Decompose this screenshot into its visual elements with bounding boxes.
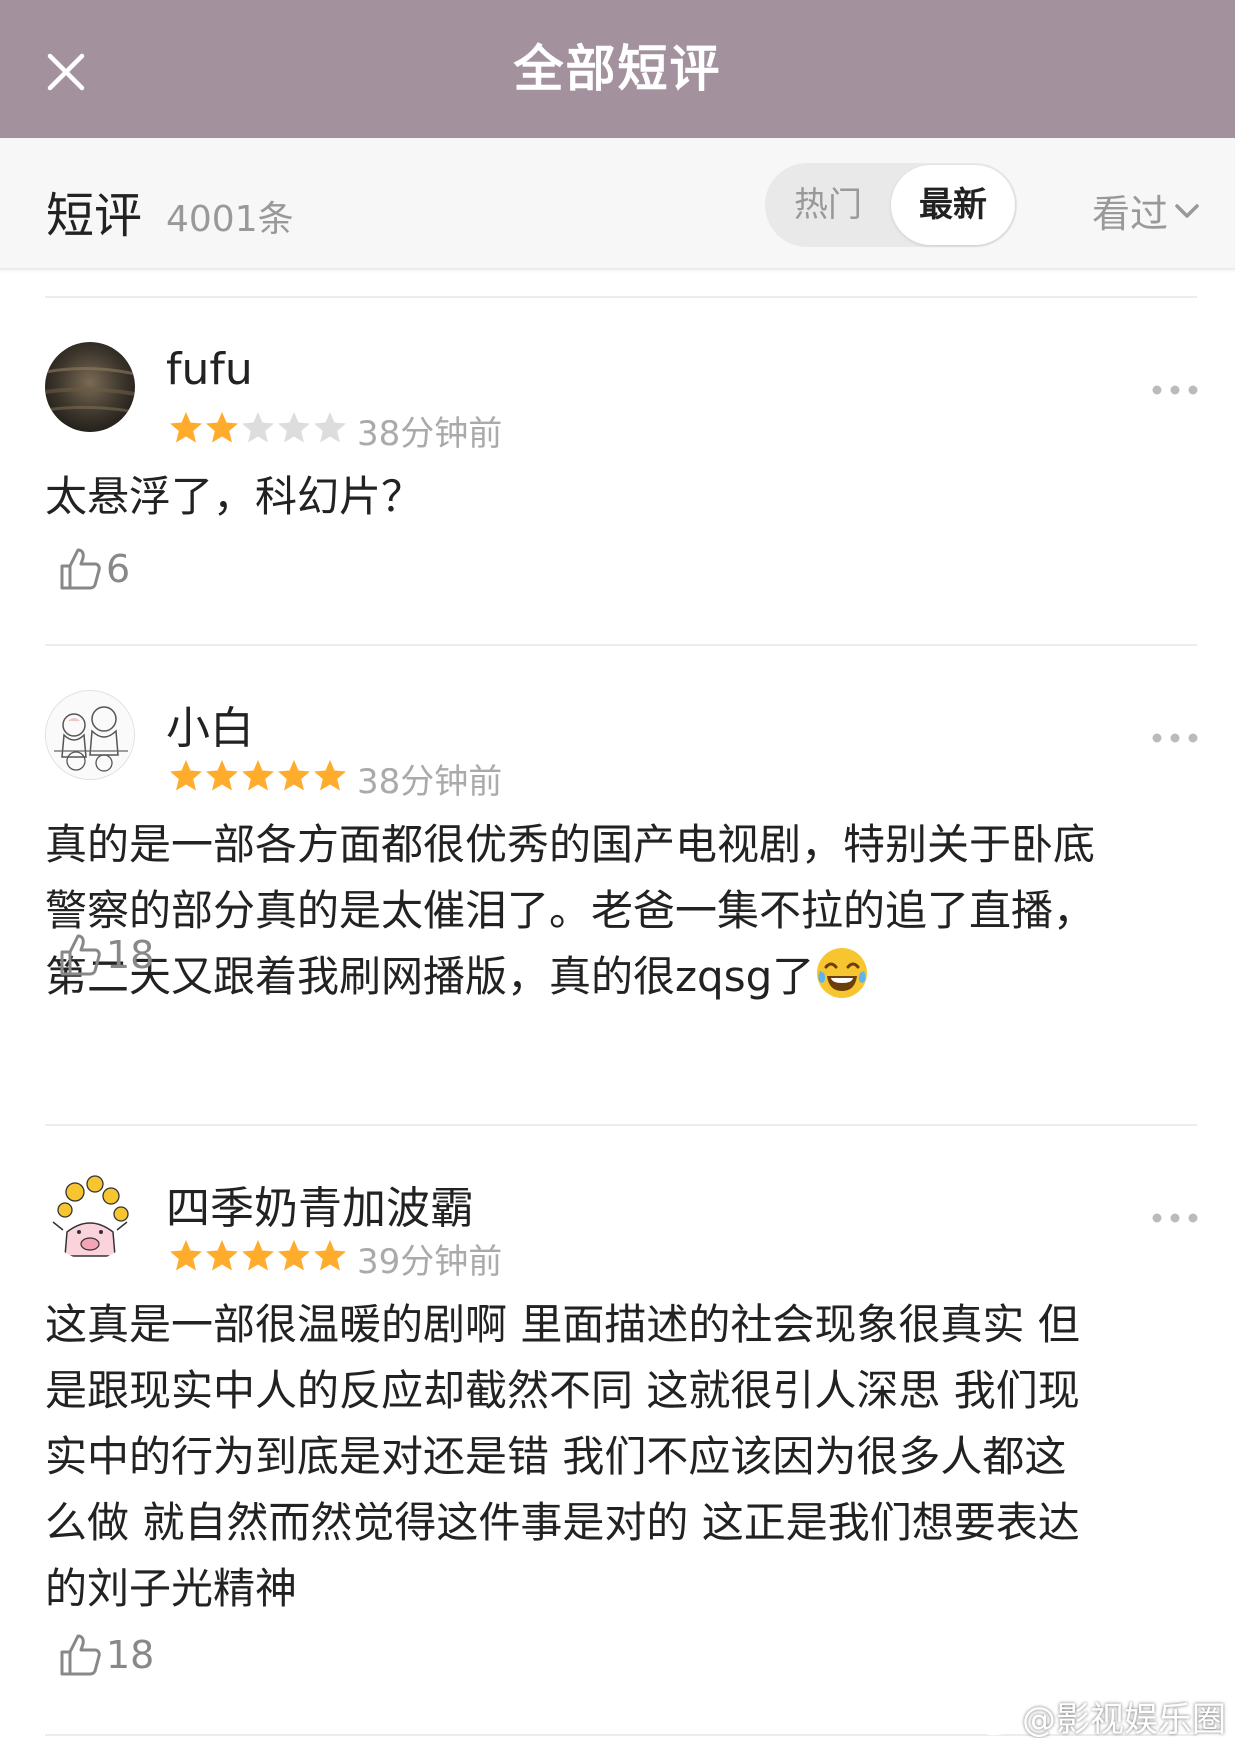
review-line: 太悬浮了，科幻片？ [45, 472, 424, 521]
review-line: 是跟现实中人的反应却截然不同 这就很引人深思 我们现 [45, 1366, 1080, 1415]
more-options-icon[interactable] [1150, 1210, 1200, 1226]
like-button[interactable]: 18 [58, 1632, 154, 1678]
like-count: 6 [106, 547, 131, 591]
top-bar: 全部短评 [0, 0, 1235, 138]
review-text: 这真是一部很温暖的剧啊 里面描述的社会现象很真实 但 是跟现实中人的反应却截然不… [45, 1292, 1195, 1622]
review-line: 第二天又跟着我刷网播版，真的很zqsg了 [45, 944, 1195, 1010]
divider [45, 296, 1197, 298]
review-line: 这真是一部很温暖的剧啊 里面描述的社会现象很真实 但 [45, 1300, 1080, 1349]
star-icon [242, 1240, 274, 1271]
chevron-down-icon [1175, 203, 1199, 218]
username[interactable]: 小白 [166, 692, 254, 756]
divider [45, 644, 1197, 646]
tears-of-joy-emoji-icon [817, 948, 868, 998]
review-line: 真的是一部各方面都很优秀的国产电视剧，特别关于卧底 [45, 820, 1096, 869]
watermark-text: @影视娱乐圈 [1022, 1700, 1226, 1738]
page-title: 全部短评 [513, 40, 722, 98]
review-line: 的刘子光精神 [45, 1564, 298, 1613]
watermark: @影视娱乐圈 [972, 1692, 1226, 1738]
review-text: 真的是一部各方面都很优秀的国产电视剧，特别关于卧底 警察的部分真的是太催泪了。老… [45, 812, 1195, 1010]
watched-filter-dropdown[interactable]: 看过 [1092, 183, 1200, 238]
avatar[interactable] [45, 342, 135, 432]
star-icon [278, 1240, 310, 1271]
thumbs-up-icon [60, 934, 101, 976]
star-icon [170, 1240, 202, 1271]
star-icon [206, 1240, 238, 1271]
star-icon [206, 760, 238, 791]
like-button[interactable]: 18 [58, 932, 154, 978]
star-icon [278, 412, 310, 443]
username[interactable]: fufu [166, 344, 253, 395]
avatar[interactable] [45, 1170, 135, 1260]
star-icon [206, 412, 238, 443]
username[interactable]: 四季奶青加波霸 [166, 1172, 474, 1236]
watched-filter-label: 看过 [1092, 192, 1169, 236]
star-icon [314, 1240, 346, 1271]
star-icon [314, 412, 346, 443]
review-line: 实中的行为到底是对还是错 我们不应该因为很多人都这 [45, 1432, 1067, 1481]
more-options-icon[interactable] [1150, 730, 1200, 746]
review-line: 警察的部分真的是太催泪了。老爸一集不拉的追了直播， [45, 886, 1096, 935]
star-rating [168, 410, 348, 444]
thumbs-up-icon [60, 1634, 101, 1676]
divider [45, 1124, 1197, 1126]
star-icon [242, 760, 274, 791]
review-text: 太悬浮了，科幻片？ [45, 464, 1195, 530]
tab-latest[interactable]: 最新 [891, 165, 1015, 245]
thumbs-up-icon [60, 548, 101, 590]
tab-hot[interactable]: 热门 [765, 163, 891, 247]
star-icon [170, 412, 202, 443]
more-options-icon[interactable] [1150, 382, 1200, 398]
star-rating [168, 1238, 348, 1272]
star-icon [170, 760, 202, 791]
section-label: 短评 [46, 188, 143, 244]
star-rating [168, 758, 348, 792]
review-line: 么做 就自然而然觉得这件事是对的 这正是我们想要表达 [45, 1498, 1080, 1547]
weibo-logo-icon [973, 1697, 1022, 1735]
review-time: 38分钟前 [357, 762, 503, 802]
comments-header: 短评 4001条 热门 最新 看过 [0, 138, 1235, 270]
comment-count: 4001条 [166, 199, 294, 240]
star-icon [278, 760, 310, 791]
star-icon [314, 760, 346, 791]
star-icon [242, 412, 274, 443]
review-time: 38分钟前 [357, 414, 503, 454]
like-count: 18 [106, 1633, 155, 1677]
like-count: 18 [106, 933, 155, 977]
review-time: 39分钟前 [357, 1242, 503, 1282]
like-button[interactable]: 6 [58, 546, 130, 592]
sort-toggle: 热门 最新 [765, 163, 1017, 247]
avatar[interactable] [45, 690, 135, 780]
